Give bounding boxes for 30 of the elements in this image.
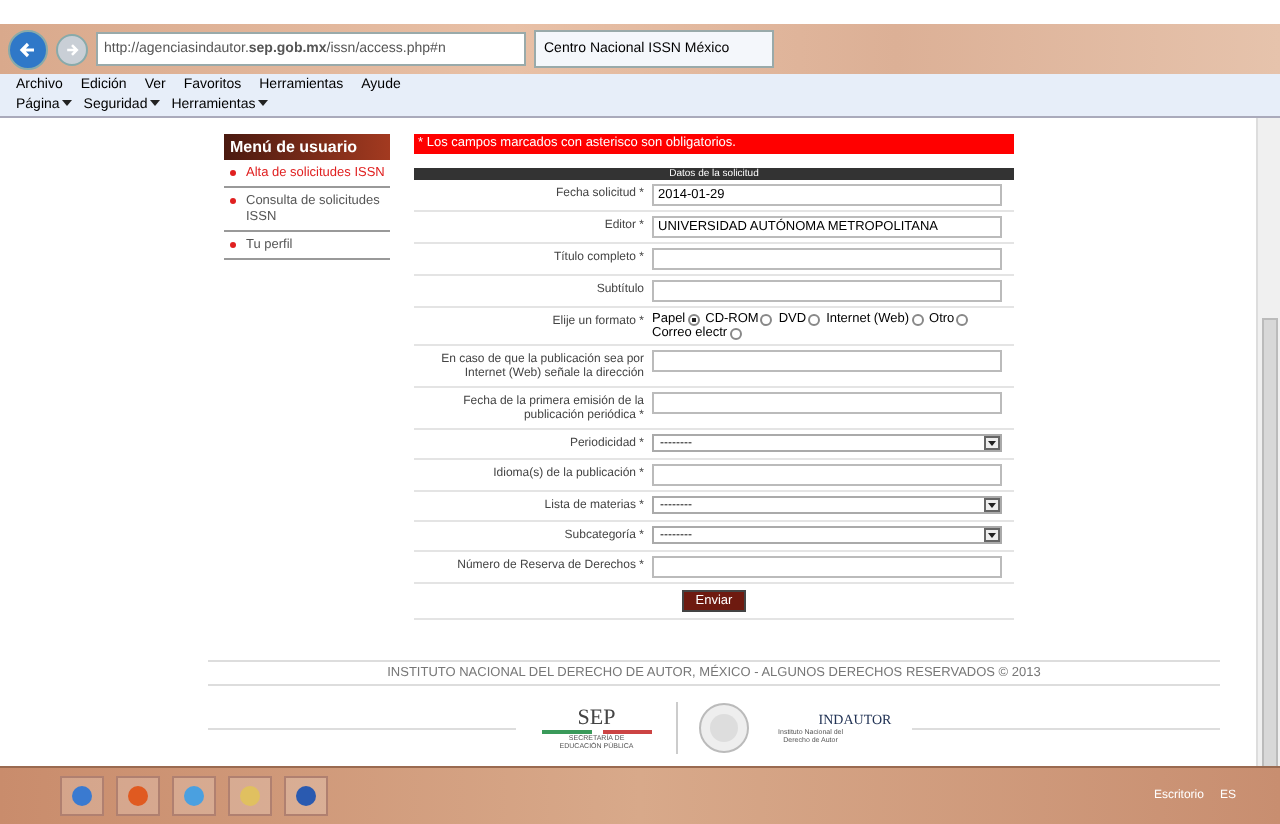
caret-icon [984,498,1000,512]
text-field[interactable] [652,350,1002,372]
taskbar-app[interactable] [60,776,104,816]
text-field[interactable] [652,464,1002,486]
app-icon [182,784,206,808]
sidebar-header: Menú de usuario [224,134,390,160]
forward-button[interactable] [56,33,88,65]
back-arrow-icon [18,39,38,59]
caret-icon [149,98,160,108]
taskbar-app[interactable] [284,776,328,816]
caret-icon [984,436,1000,450]
app-icon [70,784,94,808]
app-icon [126,784,150,808]
text-field[interactable] [652,556,1002,578]
scrollbar[interactable] [1256,118,1280,766]
text-field[interactable] [652,280,1002,302]
caret-icon [984,528,1000,542]
seal-drawing [698,702,751,754]
text-field[interactable] [652,248,1002,270]
app-icon [294,784,318,808]
forward-arrow-icon [64,41,80,57]
caret-icon [61,98,72,108]
back-button[interactable] [8,29,48,69]
sep-logo-text: SEP [577,706,616,730]
taskbar-app[interactable] [116,776,160,816]
taskbar-app[interactable] [172,776,216,816]
taskbar-app[interactable] [228,776,272,816]
text-field[interactable] [652,392,1002,414]
app-icon [238,784,262,808]
caret-icon [257,98,268,108]
